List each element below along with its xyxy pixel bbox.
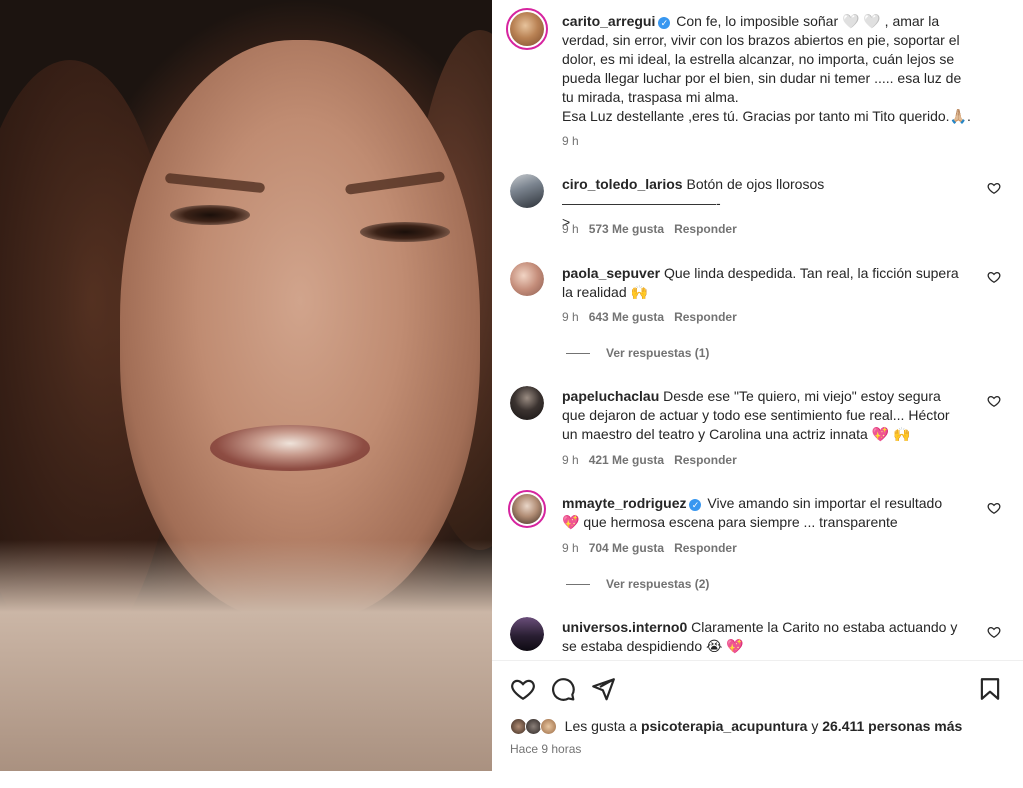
bottom-blank-strip (0, 771, 1023, 788)
comment-reply-button-3[interactable]: Responder (674, 541, 737, 555)
actions-divider (492, 660, 1023, 661)
comment-time-1: 9 h (562, 310, 579, 324)
view-replies-label-3: Ver respuestas (2) (606, 577, 710, 591)
comments-scroll-area[interactable]: carito_arregui ✓ Con fe, lo imposible soñ… (492, 0, 1023, 660)
comment-avatar-0[interactable] (510, 174, 544, 208)
comment-text-1-line-1: la realidad 🙌 (562, 284, 648, 300)
media-coat (0, 540, 492, 771)
media-mouth (210, 425, 370, 471)
comment-text-4-line-1: se estaba despidiendo 😭 💖 (562, 638, 744, 654)
comment-time-3: 9 h (562, 541, 579, 555)
comment-1: paola_sepuver Que linda despedida. Tan r… (562, 264, 972, 302)
caption-line-2: dolor, es mi ideal, la estrella alcanzar… (562, 51, 955, 67)
share-send-icon[interactable] (590, 676, 616, 702)
caption-line-3: pueda llegar luchar por el bien, sin dud… (562, 70, 962, 86)
save-bookmark-icon[interactable] (977, 676, 1003, 702)
author-username[interactable]: carito_arregui (562, 13, 655, 29)
comment-username-2[interactable]: papeluchaclau (562, 388, 659, 404)
likes-others-link[interactable]: 26.411 personas más (822, 718, 962, 734)
like-heart-icon[interactable] (510, 676, 536, 702)
comment-username-1[interactable]: paola_sepuver (562, 265, 660, 281)
comment-avatar-3[interactable] (508, 490, 546, 528)
comment-bubble-icon[interactable] (550, 676, 576, 702)
comment-time-0: 9 h (562, 222, 579, 236)
comment-text-3-line-0: Vive amando sin importar el resultado (707, 495, 943, 511)
comment-3: mmayte_rodriguez ✓ Vive amando sin import… (562, 494, 982, 532)
comment-like-heart-icon-1[interactable] (987, 270, 1001, 284)
comment-likes-2[interactable]: 421 Me gusta (589, 453, 664, 467)
comment-meta-2: 9 h 421 Me gusta Responder (562, 453, 737, 467)
verified-icon-comment-3: ✓ (689, 499, 702, 511)
comment-username-4[interactable]: universos.interno0 (562, 619, 687, 635)
comment-avatar-2[interactable] (510, 386, 544, 420)
post-details-panel: carito_arregui ✓ Con fe, lo imposible soñ… (492, 0, 1023, 771)
view-replies-button-1[interactable]: Ver respuestas (1) (566, 346, 709, 360)
comment-like-heart-icon-0[interactable] (987, 181, 1001, 195)
view-replies-button-3[interactable]: Ver respuestas (2) (566, 577, 709, 591)
comment-reply-button-1[interactable]: Responder (674, 310, 737, 324)
post-action-bar (510, 676, 1005, 702)
comment-username-0[interactable]: ciro_toledo_larios (562, 176, 683, 192)
comment-text-2-line-0: Desde ese "Te quiero, mi viejo" estoy se… (663, 388, 941, 404)
caption-time: 9 h (562, 134, 579, 148)
media-eye-right (360, 222, 450, 242)
replies-line-icon-3 (566, 584, 590, 586)
post-media[interactable] (0, 0, 492, 771)
comment-meta-1: 9 h 643 Me gusta Responder (562, 310, 737, 324)
replies-line-icon-1 (566, 353, 590, 355)
comment-reply-button-0[interactable]: Responder (674, 222, 737, 236)
caption-line-5: Esa Luz destellante ,eres tú. Gracias po… (562, 108, 971, 124)
comment-like-heart-icon-2[interactable] (987, 394, 1001, 408)
media-eye-left (170, 205, 250, 225)
comment-like-heart-icon-4[interactable] (987, 625, 1001, 639)
caption: carito_arregui ✓ Con fe, lo imposible soñ… (562, 12, 992, 126)
comment-avatar-4[interactable] (510, 617, 544, 651)
caption-line-4: tu mirada, traspasa mi alma. (562, 89, 739, 105)
comment-avatar-1[interactable] (510, 262, 544, 296)
comment-text-1-line-0: Que linda despedida. Tan real, la ficció… (663, 265, 959, 281)
likes-user-link[interactable]: psicoterapia_acupuntura (641, 718, 808, 734)
comment-like-heart-icon-3[interactable] (987, 501, 1001, 515)
comment-username-3[interactable]: mmayte_rodriguez (562, 495, 686, 511)
comment-meta-0: 9 h 573 Me gusta Responder (562, 222, 737, 236)
comment-text-3-line-1: 💖 que hermosa escena para siempre ... tr… (562, 514, 898, 530)
comment-time-2: 9 h (562, 453, 579, 467)
caption-line-0: Con fe, lo imposible soñar 🤍 🤍 , amar la (676, 13, 940, 29)
author-avatar[interactable] (506, 8, 548, 50)
comment-reply-button-2[interactable]: Responder (674, 453, 737, 467)
verified-icon: ✓ (658, 17, 671, 29)
comment-likes-3[interactable]: 704 Me gusta (589, 541, 664, 555)
comment-meta-3: 9 h 704 Me gusta Responder (562, 541, 737, 555)
comment-text-2-line-2: un maestro del teatro y Carolina una act… (562, 426, 911, 442)
posted-time-ago: Hace 9 horas (510, 742, 582, 756)
media-face (120, 40, 480, 620)
likes-prefix: Les gusta a (564, 718, 638, 734)
comment-4: universos.interno0 Claramente la Carito … (562, 618, 982, 656)
caption-line-1: verdad, sin error, vivir con los brazos … (562, 32, 960, 48)
likes-summary: Les gusta a psicoterapia_acupuntura y 26… (510, 718, 962, 735)
likes-middle: y (811, 718, 819, 734)
comment-2: papeluchaclau Desde ese "Te quiero, mi v… (562, 387, 982, 444)
comment-text-4-line-0: Claramente la Carito no estaba actuando … (691, 619, 958, 635)
liker-avatar-3 (539, 718, 557, 735)
view-replies-label-1: Ver respuestas (1) (606, 346, 710, 360)
comment-text-2-line-1: que dejaron de actuar y todo ese sentimi… (562, 407, 950, 423)
comment-likes-0[interactable]: 573 Me gusta (589, 222, 664, 236)
comment-likes-1[interactable]: 643 Me gusta (589, 310, 664, 324)
